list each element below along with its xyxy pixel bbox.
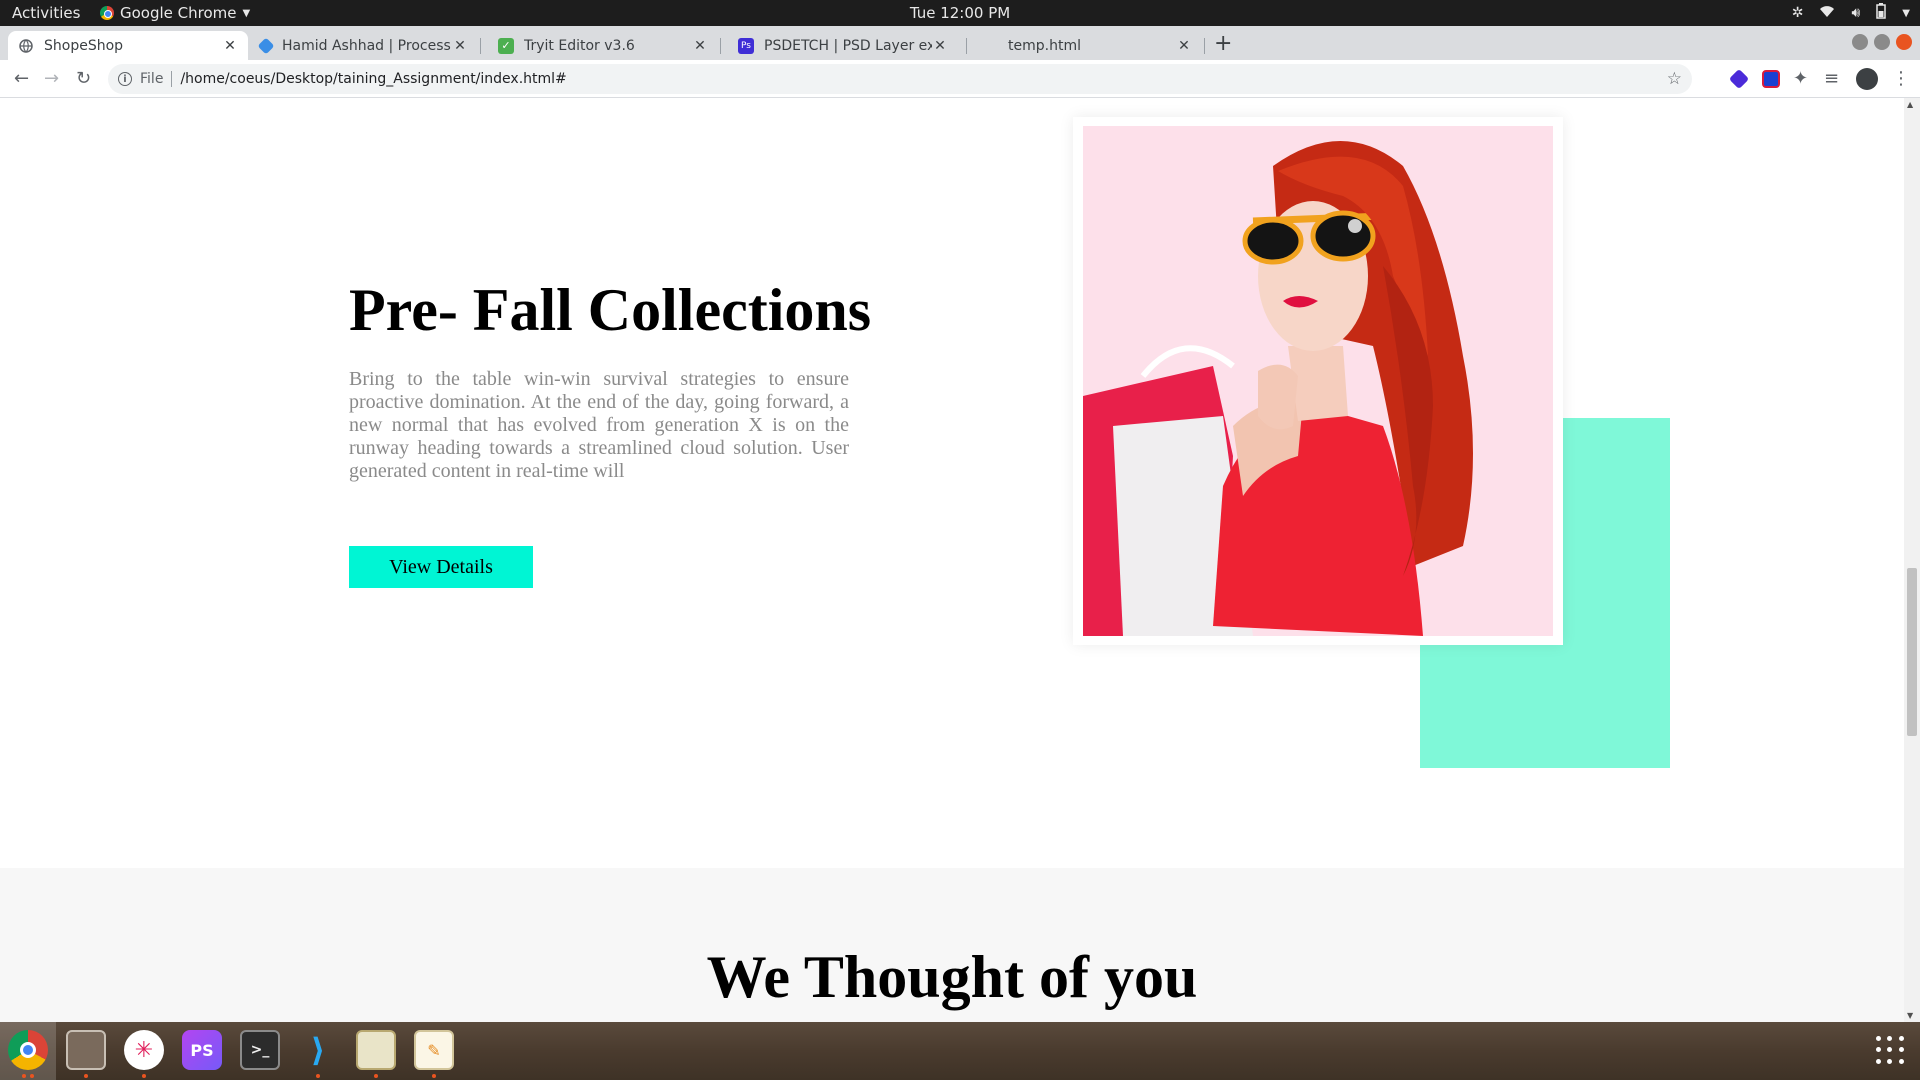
- scroll-up-arrow-icon[interactable]: ▲: [1907, 100, 1913, 109]
- files-icon[interactable]: [66, 1030, 106, 1070]
- running-indicator: [142, 1074, 146, 1078]
- view-details-button[interactable]: View Details: [349, 546, 533, 588]
- new-tab-button[interactable]: +: [1214, 31, 1232, 56]
- hero-title: Pre- Fall Collections: [349, 277, 872, 343]
- running-indicator: [374, 1074, 378, 1078]
- slack-icon[interactable]: ✳: [124, 1030, 164, 1070]
- phpstorm-icon[interactable]: PS: [182, 1030, 222, 1070]
- close-tab-icon[interactable]: ✕: [692, 38, 708, 54]
- extension-gem-icon[interactable]: [1728, 68, 1750, 90]
- page-scrollbar[interactable]: ▲ ▼: [1904, 98, 1920, 1022]
- reading-list-icon[interactable]: ≡: [1824, 68, 1839, 89]
- close-tab-icon[interactable]: ✕: [932, 38, 948, 54]
- tab-separator: [720, 38, 721, 54]
- profile-avatar[interactable]: [1856, 68, 1878, 90]
- extension-badge-icon[interactable]: [1762, 70, 1780, 88]
- app-menu-label: Google Chrome: [120, 4, 237, 22]
- maximize-button[interactable]: [1874, 34, 1890, 50]
- activities-button[interactable]: Activities: [12, 4, 80, 22]
- minimize-button[interactable]: [1852, 34, 1868, 50]
- process-street-icon: [257, 37, 275, 54]
- running-indicator: [84, 1074, 88, 1078]
- section-title: We Thought of you: [706, 944, 1198, 1010]
- extensions-puzzle-icon[interactable]: ✦: [1793, 68, 1808, 89]
- running-indicator: [316, 1074, 320, 1078]
- ubuntu-dock: ✳ PS >_ ⟩ ✎: [0, 1022, 1920, 1080]
- clock[interactable]: Tue 12:00 PM: [0, 4, 1920, 22]
- address-bar[interactable]: i File /home/coeus/Desktop/taining_Assig…: [108, 64, 1692, 94]
- system-menu-caret-icon[interactable]: ▼: [1902, 8, 1910, 19]
- url-scheme: File: [140, 71, 164, 87]
- vscode-icon[interactable]: ⟩: [298, 1030, 338, 1070]
- url-text[interactable]: /home/coeus/Desktop/taining_Assignment/i…: [180, 71, 566, 87]
- browser-toolbar: ← → ↻ i File /home/coeus/Desktop/taining…: [0, 60, 1920, 98]
- app-menu[interactable]: Google Chrome ▼: [100, 4, 250, 22]
- tab-separator: [480, 38, 481, 54]
- tab-title: Hamid Ashhad | Process St: [282, 37, 452, 54]
- url-divider: [171, 71, 173, 87]
- tab-strip: ShopeShop ✕ Hamid Ashhad | Process St ✕ …: [0, 26, 1920, 60]
- running-indicator: [22, 1074, 26, 1078]
- close-window-button[interactable]: [1896, 34, 1912, 50]
- slack-tray-icon[interactable]: ✲: [1792, 5, 1804, 21]
- window-controls: [1852, 34, 1912, 50]
- image-viewer-icon[interactable]: [356, 1030, 396, 1070]
- text-editor-icon[interactable]: ✎: [414, 1030, 454, 1070]
- bookmark-star-icon[interactable]: ☆: [1667, 69, 1682, 89]
- running-indicator: [432, 1074, 436, 1078]
- battery-icon[interactable]: [1876, 3, 1887, 23]
- caret-down-icon: ▼: [242, 7, 251, 19]
- close-tab-icon[interactable]: ✕: [222, 38, 238, 54]
- forward-icon[interactable]: →: [44, 68, 59, 89]
- page-viewport: Pre- Fall Collections Bring to the table…: [0, 98, 1904, 1022]
- system-tray[interactable]: ✲ 🔊︎ ▼: [1792, 3, 1910, 23]
- back-icon[interactable]: ←: [14, 68, 29, 89]
- hero-image: [1083, 126, 1553, 636]
- hero-image-frame: [1073, 117, 1563, 645]
- tab-shopeshop[interactable]: ShopeShop ✕: [8, 31, 248, 60]
- hero-description: Bring to the table win-win survival stra…: [349, 368, 849, 482]
- tab-psdetch[interactable]: Ps PSDETCH | PSD Layer exp ✕: [728, 31, 958, 60]
- running-indicator: [30, 1074, 34, 1078]
- close-tab-icon[interactable]: ✕: [452, 38, 468, 54]
- tab-title: temp.html: [1008, 37, 1081, 54]
- scroll-down-arrow-icon[interactable]: ▼: [1907, 1011, 1913, 1020]
- tab-title: Tryit Editor v3.6: [524, 37, 635, 54]
- tab-tryit-editor[interactable]: ✓ Tryit Editor v3.6 ✕: [488, 31, 718, 60]
- system-top-bar: Activities Google Chrome ▼ Tue 12:00 PM …: [0, 0, 1920, 26]
- tab-title: ShopeShop: [44, 37, 124, 54]
- chrome-icon: [100, 6, 114, 20]
- wifi-icon[interactable]: [1819, 4, 1835, 22]
- tab-title: PSDETCH | PSD Layer exp: [764, 37, 932, 54]
- tab-separator: [966, 38, 967, 54]
- tab-separator: [1204, 38, 1205, 54]
- show-applications-grid-icon[interactable]: [1876, 1036, 1904, 1064]
- reload-icon[interactable]: ↻: [76, 68, 91, 89]
- tryit-editor-icon: ✓: [498, 37, 514, 54]
- chrome-menu-icon[interactable]: ⋮: [1892, 68, 1910, 89]
- volume-icon[interactable]: 🔊︎: [1851, 5, 1860, 21]
- tab-temp-html[interactable]: temp.html ✕: [972, 31, 1202, 60]
- chrome-icon[interactable]: [8, 1030, 48, 1070]
- globe-icon: [18, 38, 34, 54]
- terminal-icon[interactable]: >_: [240, 1030, 280, 1070]
- blank-page-icon: [982, 38, 998, 54]
- info-icon[interactable]: i: [118, 72, 132, 86]
- tab-process-street[interactable]: Hamid Ashhad | Process St ✕: [250, 31, 478, 60]
- psdetch-icon: Ps: [738, 37, 754, 54]
- scrollbar-thumb[interactable]: [1907, 568, 1917, 736]
- close-tab-icon[interactable]: ✕: [1176, 38, 1192, 54]
